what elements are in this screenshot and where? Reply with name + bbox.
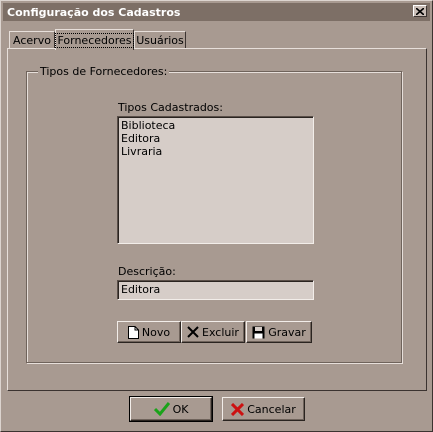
cancel-button-label: Cancelar xyxy=(247,402,296,416)
list-label: Tipos Cadastrados: xyxy=(118,101,223,114)
close-button[interactable] xyxy=(413,5,427,17)
delete-button[interactable]: Excluir xyxy=(181,321,245,343)
list-item[interactable]: Biblioteca xyxy=(121,119,310,132)
list-item[interactable]: Editora xyxy=(121,132,310,145)
title-bar[interactable]: Configuração dos Cadastros xyxy=(3,3,430,21)
tab-usuarios[interactable]: Usuários xyxy=(134,31,186,48)
save-button-label: Gravar xyxy=(268,325,306,339)
save-button[interactable]: Gravar xyxy=(246,321,312,343)
cancel-button[interactable]: Cancelar xyxy=(222,397,305,421)
tab-acervo-label: Acervo xyxy=(13,33,51,47)
cancel-x-icon xyxy=(231,402,245,416)
window-title: Configuração dos Cadastros xyxy=(7,5,181,19)
list-item[interactable]: Livraria xyxy=(121,145,310,158)
tipos-listbox[interactable]: Biblioteca Editora Livraria xyxy=(117,116,314,244)
dialog-window: Configuração dos Cadastros Acervo Fornec… xyxy=(0,0,433,432)
new-button-label: Novo xyxy=(141,325,171,339)
ok-button-label: OK xyxy=(172,402,189,416)
delete-button-label: Excluir xyxy=(202,325,239,339)
new-button[interactable]: Novo xyxy=(117,321,181,343)
close-icon xyxy=(416,7,424,15)
description-label: Descrição: xyxy=(118,265,176,278)
groupbox-title: Tipos de Fornecedores: xyxy=(38,65,170,78)
tab-usuarios-label: Usuários xyxy=(136,33,184,47)
description-input[interactable]: Editora xyxy=(117,280,314,300)
check-icon xyxy=(153,402,170,416)
tab-fornecedores[interactable]: Fornecedores xyxy=(55,29,134,50)
ok-button[interactable]: OK xyxy=(129,396,213,422)
x-icon xyxy=(187,326,199,338)
new-document-icon xyxy=(127,325,139,339)
tab-fornecedores-label: Fornecedores xyxy=(55,32,134,48)
tab-acervo[interactable]: Acervo xyxy=(9,31,55,48)
floppy-disk-icon xyxy=(252,326,265,339)
